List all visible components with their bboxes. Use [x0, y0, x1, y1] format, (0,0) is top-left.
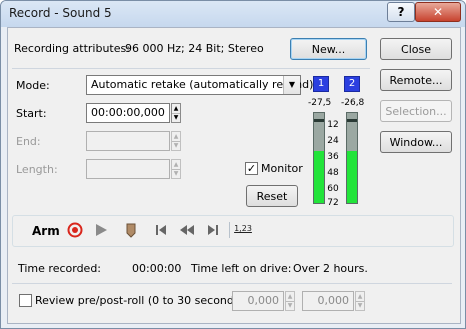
counter-icon[interactable]: 1,23 — [232, 219, 254, 241]
stepper-down-icon[interactable]: ▼ — [172, 169, 180, 178]
rewind-icon[interactable] — [176, 219, 198, 241]
divider — [12, 68, 370, 69]
recording-attributes-label: Recording attributes: — [14, 42, 130, 55]
post-roll-stepper[interactable]: ▲ ▼ — [355, 291, 365, 311]
stepper-down-icon[interactable]: ▼ — [356, 301, 364, 310]
close-button[interactable]: Close — [380, 38, 452, 60]
review-label: Review pre/post-roll (0 to 30 seconds): — [35, 294, 248, 307]
record-icon[interactable] — [64, 219, 86, 241]
end-stepper[interactable]: ▲ ▼ — [171, 131, 181, 151]
record-dialog: Record - Sound 5 ? ✕ Recording attribute… — [0, 0, 466, 329]
go-to-start-icon[interactable] — [150, 219, 172, 241]
help-button[interactable]: ? — [387, 2, 415, 22]
length-stepper[interactable]: ▲ ▼ — [171, 159, 181, 179]
channel-2-badge[interactable]: 2 — [344, 76, 360, 92]
start-field[interactable]: 00:00:00,000 — [86, 103, 170, 123]
peak-marker — [347, 119, 357, 122]
selection-button[interactable]: Selection... — [380, 100, 452, 122]
review-checkbox[interactable] — [19, 294, 32, 307]
window-title: Record - Sound 5 — [9, 6, 112, 20]
play-icon[interactable] — [90, 219, 112, 241]
arm-label: Arm — [32, 224, 60, 238]
monitor-checkbox[interactable]: ✓ — [245, 162, 258, 175]
pre-roll-field[interactable]: 0,000 — [232, 291, 284, 311]
close-window-button[interactable]: ✕ — [415, 2, 461, 22]
stepper-down-icon[interactable]: ▼ — [286, 301, 294, 310]
start-label: Start: — [16, 107, 47, 120]
level-fill — [347, 151, 357, 203]
remote-button[interactable]: Remote... — [380, 69, 452, 91]
length-label: Length: — [16, 163, 58, 176]
level-meter-right — [346, 112, 358, 204]
stepper-down-icon[interactable]: ▼ — [172, 141, 180, 150]
go-to-end-icon[interactable] — [202, 219, 224, 241]
toolbar-separator — [229, 222, 230, 238]
end-label: End: — [16, 135, 41, 148]
recording-attributes-value: 96 000 Hz; 24 Bit; Stereo — [125, 42, 264, 55]
marker-icon[interactable] — [120, 219, 142, 241]
time-recorded-label: Time recorded: — [18, 262, 102, 275]
new-button[interactable]: New... — [290, 38, 367, 60]
pre-roll-stepper[interactable]: ▲ ▼ — [285, 291, 295, 311]
start-stepper[interactable]: ▲ ▼ — [171, 103, 181, 123]
title-bar[interactable]: Record - Sound 5 ? ✕ — [1, 1, 465, 27]
mode-select-value: Automatic retake (automatically rewind) — [91, 78, 314, 91]
post-roll-field[interactable]: 0,000 — [302, 291, 354, 311]
mode-select[interactable]: Automatic retake (automatically rewind) … — [86, 75, 313, 95]
channel-1-badge[interactable]: 1 — [313, 76, 329, 92]
window-button[interactable]: Window... — [380, 131, 452, 153]
divider — [12, 283, 452, 284]
meter-scale-label: 36 — [327, 152, 339, 162]
time-left-value: Over 2 hours. — [293, 262, 368, 275]
meter-scale-label: 48 — [327, 168, 339, 178]
end-field[interactable] — [86, 131, 170, 151]
peak-value-right: -26,8 — [341, 98, 365, 108]
dialog-body: Recording attributes: 96 000 Hz; 24 Bit;… — [7, 27, 461, 324]
reset-button[interactable]: Reset — [246, 185, 298, 207]
meter-scale-label: 60 — [327, 184, 339, 194]
mode-label: Mode: — [16, 79, 50, 92]
time-left-label: Time left on drive: — [191, 262, 292, 275]
length-field[interactable] — [86, 159, 170, 179]
meter-scale-label: 72 — [327, 198, 339, 208]
chevron-down-icon: ▼ — [283, 76, 300, 94]
time-recorded-value: 00:00:00 — [132, 262, 182, 275]
stepper-down-icon[interactable]: ▼ — [172, 113, 180, 122]
meter-scale-label: 12 — [327, 120, 339, 130]
meter-scale-label: 24 — [327, 136, 339, 146]
peak-value-left: -27,5 — [308, 98, 332, 108]
monitor-label: Monitor — [261, 162, 303, 175]
